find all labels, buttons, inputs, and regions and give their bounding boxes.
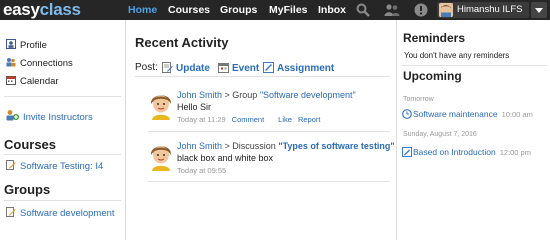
reminders-heading: Reminders (403, 31, 466, 45)
sidebar-item-label: Connections (20, 58, 73, 69)
separator (148, 131, 390, 132)
upcoming-item[interactable]: Software maintenance 10:00 am (413, 109, 533, 119)
post-event-button[interactable]: Event (218, 62, 259, 74)
nav-home[interactable]: Home (128, 0, 157, 20)
report-link[interactable]: Report (298, 115, 321, 124)
post-label: Post: (135, 62, 158, 73)
right-sidebar: Reminders You don't have any reminders U… (397, 20, 550, 240)
group-icon (6, 207, 16, 217)
activity-header: John Smith > Group "Software development… (177, 90, 356, 100)
group-item[interactable]: Software development (6, 207, 115, 219)
invite-label: Invite Instructors (23, 112, 93, 123)
avatar (439, 3, 453, 17)
separator (4, 200, 121, 201)
alert-icon[interactable] (414, 3, 428, 17)
update-icon (162, 62, 173, 73)
activity-message: black box and white box (177, 153, 274, 163)
activity-meta: Today at 09:55 (177, 166, 226, 175)
timestamp: Today at 11:29 (177, 115, 226, 124)
nav-inbox[interactable]: Inbox (318, 0, 346, 20)
upcoming-item[interactable]: Based on Introduction 12:00 pm (413, 147, 531, 157)
groups-heading: Groups (4, 182, 51, 197)
separator (135, 76, 390, 77)
upcoming-item-time: 10:00 am (501, 110, 533, 119)
courses-heading: Courses (4, 137, 57, 152)
chevron-down-icon[interactable] (531, 2, 547, 18)
activity-message: Hello Sir (177, 102, 212, 112)
post-assignment-button[interactable]: Assignment (263, 62, 334, 74)
activity-header: John Smith > Discussion "Types of softwa… (177, 141, 395, 151)
user-name: Himanshu ILFS (457, 4, 523, 15)
course-item[interactable]: Software Testing: I4 (6, 160, 103, 172)
sidebar-item-connections[interactable]: Connections (6, 57, 73, 69)
comment-link[interactable]: Comment (232, 115, 265, 124)
separator (4, 154, 121, 155)
calendar-icon (6, 76, 16, 85)
logo-part-easy: easy (3, 0, 40, 19)
sidebar-item-profile[interactable]: Profile (6, 39, 47, 51)
timestamp: Today at 09:55 (177, 166, 227, 175)
event-label: Event (232, 63, 260, 74)
separator (402, 65, 547, 66)
upcoming-date: Sunday, August 7, 2016 (403, 131, 477, 138)
course-icon (6, 160, 16, 170)
avatar[interactable] (148, 90, 174, 120)
post-update-button[interactable]: Update (162, 62, 210, 74)
people-icon[interactable] (384, 3, 400, 17)
nav-courses[interactable]: Courses (168, 0, 210, 20)
profile-icon (6, 39, 16, 49)
separator (148, 181, 390, 182)
author-link[interactable]: John Smith (177, 90, 222, 100)
main-feed: Recent Activity Post: Update Event Assig… (126, 20, 396, 240)
like-link[interactable]: Like (278, 115, 292, 124)
author-link[interactable]: John Smith (177, 141, 222, 151)
upcoming-item-title: Based on Introduction (413, 147, 496, 157)
separator (4, 96, 121, 97)
nav-groups[interactable]: Groups (220, 0, 257, 20)
connections-icon (6, 58, 16, 67)
assignment-icon (402, 147, 412, 157)
sidebar-item-calendar[interactable]: Calendar (6, 75, 59, 87)
group-label: Software development (20, 208, 115, 219)
update-label: Update (176, 63, 210, 74)
search-icon[interactable] (356, 3, 370, 17)
separator-text: > (222, 141, 233, 151)
left-sidebar: Profile Connections Calendar Invite Inst… (0, 20, 125, 240)
course-label: Software Testing: I4 (20, 161, 104, 172)
assignment-label: Assignment (277, 63, 335, 74)
invite-instructors-link[interactable]: Invite Instructors (6, 109, 93, 123)
upcoming-item-time: 12:00 pm (499, 148, 531, 157)
clock-icon (402, 109, 412, 119)
activity-kind: Group (232, 90, 260, 100)
upcoming-date: Tomorrow (403, 96, 434, 103)
group-link[interactable]: "Software development" (260, 90, 356, 100)
assignment-icon (263, 62, 274, 73)
top-bar: easyclass Home Courses Groups MyFiles In… (0, 0, 550, 20)
event-icon (218, 63, 229, 73)
reminders-empty-text: You don't have any reminders (404, 51, 510, 60)
sidebar-item-label: Calendar (20, 76, 59, 87)
post-bar: Post: Update Event Assignment (135, 62, 334, 74)
page-title: Recent Activity (135, 35, 229, 50)
discussion-link[interactable]: "Types of software testing" (278, 141, 394, 151)
upcoming-item-title: Software maintenance (413, 109, 498, 119)
upcoming-heading: Upcoming (403, 69, 462, 83)
separator-text: > (222, 90, 233, 100)
sidebar-item-label: Profile (20, 40, 47, 51)
logo[interactable]: easyclass (3, 0, 81, 20)
invite-icon (6, 110, 19, 121)
avatar[interactable] (148, 141, 174, 171)
logo-part-class: class (39, 0, 81, 19)
activity-meta: Today at 11:29 Comment Like Report (177, 115, 320, 124)
user-menu[interactable]: Himanshu ILFS (437, 2, 529, 18)
nav-myfiles[interactable]: MyFiles (269, 0, 308, 20)
activity-kind: Discussion (232, 141, 279, 151)
